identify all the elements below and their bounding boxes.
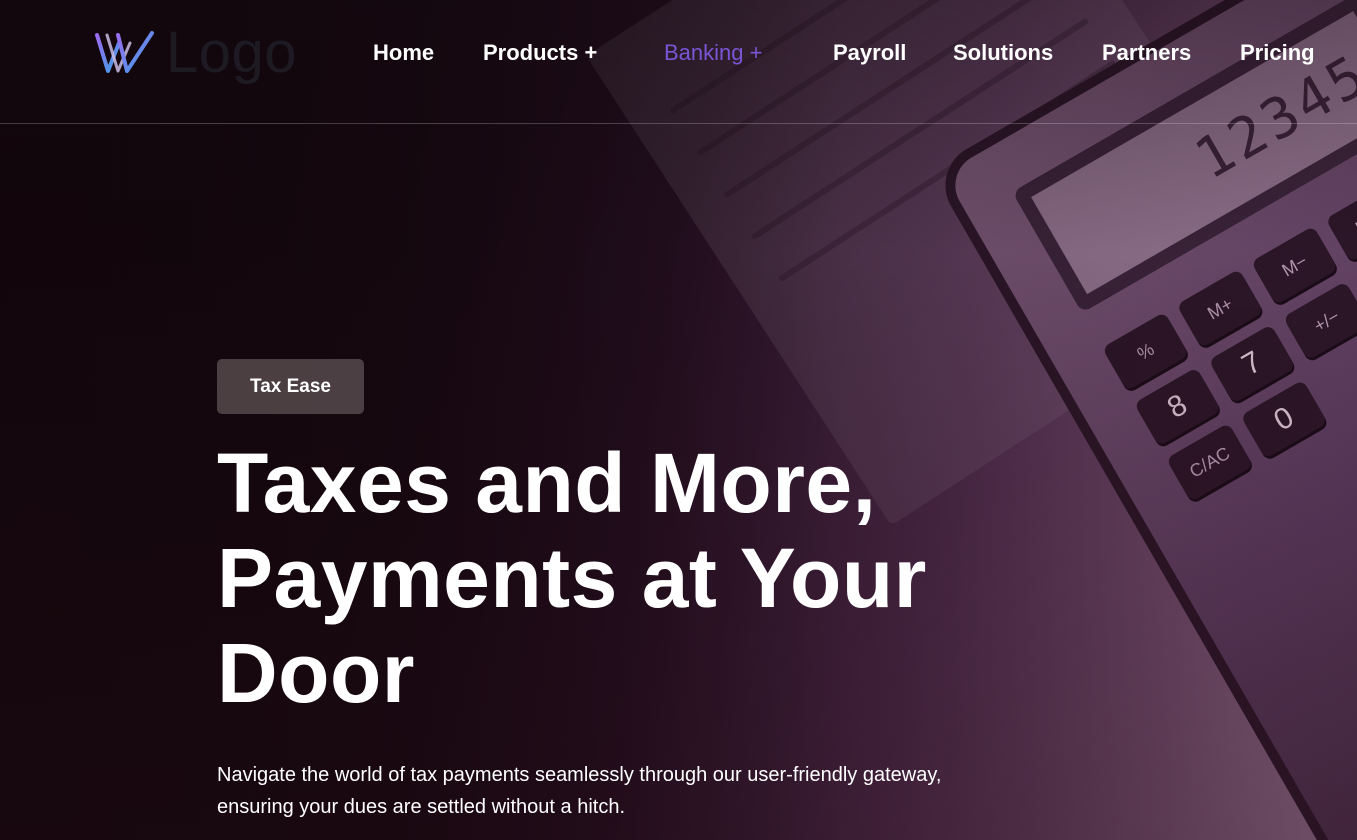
nav-products[interactable]: Products + (483, 40, 597, 66)
hero-content: Tax Ease Taxes and More, Payments at You… (217, 359, 1077, 823)
hero-title-line: Taxes and More, (217, 436, 877, 530)
nav-partners[interactable]: Partners (1102, 40, 1191, 66)
w-logo-mark-icon (95, 31, 154, 73)
site-header: Logo Home Products + Banking + Payroll S… (0, 0, 1357, 124)
hero-title-line: Payments at Your (217, 531, 927, 625)
nav-home[interactable]: Home (373, 40, 434, 66)
nav-banking[interactable]: Banking + (664, 40, 762, 66)
hero-badge: Tax Ease (217, 359, 364, 414)
hero-title-line: Door (217, 626, 415, 720)
nav-pricing[interactable]: Pricing (1240, 40, 1315, 66)
hero-subtitle: Navigate the world of tax payments seaml… (217, 759, 1057, 823)
hero-section: 12345 % M+ M− MR MC 8 7 +/− 4 1 C/AC 0 (0, 0, 1357, 840)
hero-subtitle-line: Navigate the world of tax payments seaml… (217, 764, 942, 786)
logo-text: Logo (166, 20, 298, 85)
nav-payroll[interactable]: Payroll (833, 40, 906, 66)
hero-title: Taxes and More, Payments at Your Door (217, 436, 1077, 721)
nav-solutions[interactable]: Solutions (953, 40, 1053, 66)
hero-subtitle-line: ensuring your dues are settled without a… (217, 796, 626, 818)
calculator-key: MR (1325, 182, 1357, 263)
logo-link[interactable]: Logo (94, 20, 298, 85)
